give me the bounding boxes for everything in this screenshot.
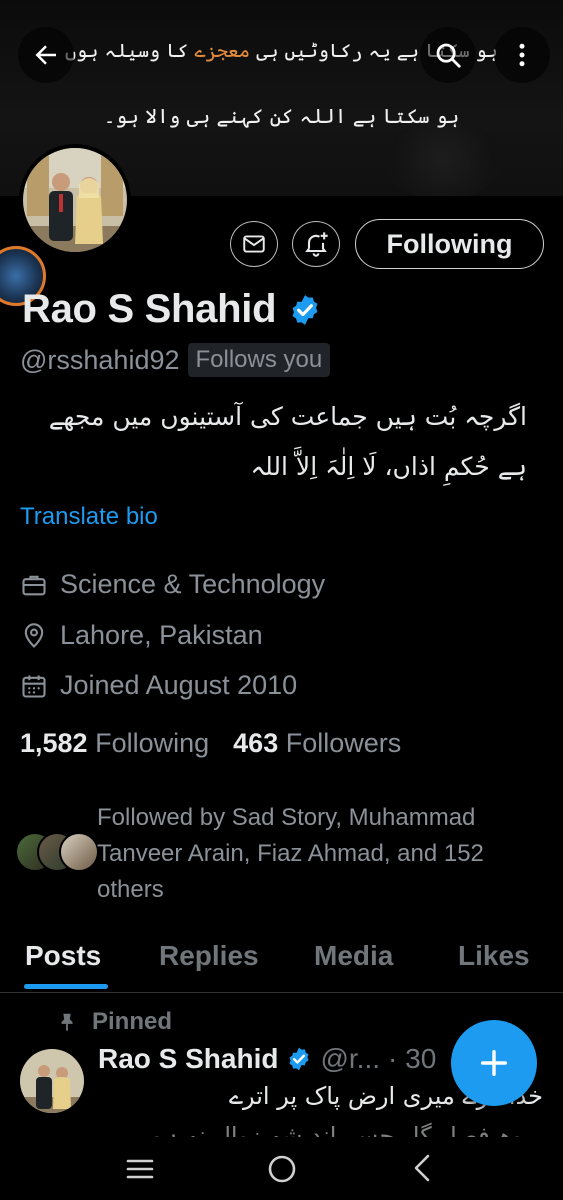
post-author-handle: @r... — [320, 1043, 381, 1074]
profile-location: Lahore, Pakistan — [20, 620, 263, 651]
followers-count: 463 — [233, 728, 279, 758]
banner-text-line-2: ہو سکتا ہے اللہ کن کہنے ہی والا ہو۔ — [103, 104, 460, 128]
tab-replies[interactable]: Replies — [159, 940, 259, 972]
verified-badge-icon — [289, 1047, 310, 1071]
bio-line-1: اگرچہ بُت ہیں جماعت کی آستینوں میں مجھے — [48, 402, 527, 431]
notifications-button[interactable] — [292, 221, 340, 267]
tab-likes[interactable]: Likes — [458, 940, 530, 972]
profile-name-row: Rao S Shahid — [22, 287, 322, 332]
pinned-label: Pinned — [92, 1008, 173, 1035]
plus-icon — [480, 1049, 508, 1077]
briefcase-icon — [22, 575, 46, 595]
avatar-photo — [20, 1049, 84, 1113]
banner-text-line-1: ہو سکتا ہے یہ رکاوٹیں ہی معجزے کا وسیلہ … — [0, 40, 563, 62]
following-button[interactable]: Following — [355, 219, 544, 269]
following-stat-link[interactable]: 1,582 Following — [20, 728, 209, 759]
more-options-button[interactable] — [494, 27, 550, 83]
back-chevron-icon[interactable] — [408, 1152, 438, 1184]
follow-stats: 1,582 Following 463 Followers — [20, 728, 401, 759]
tab-posts[interactable]: Posts — [25, 940, 101, 972]
post-header: Rao S Shahid @r... · 30 — [98, 1043, 436, 1075]
pinned-label-row: Pinned — [56, 1008, 172, 1036]
home-circle-icon[interactable] — [266, 1153, 298, 1185]
verified-badge-icon[interactable] — [288, 293, 322, 327]
banner-highlight-word: معجزے — [194, 40, 251, 62]
envelope-icon — [243, 235, 265, 253]
recents-icon[interactable] — [124, 1155, 156, 1183]
banner-text-part: کا وسیلہ ہوں — [65, 40, 189, 62]
follows-you-badge: Follows you — [187, 343, 331, 377]
followed-by-avatars[interactable] — [15, 832, 99, 872]
translate-bio-link[interactable]: Translate bio — [20, 503, 158, 531]
profile-handle: @rsshahid92 — [20, 344, 180, 375]
more-vertical-icon — [519, 43, 525, 67]
profile-category: Science & Technology — [20, 569, 325, 600]
post-author-avatar[interactable] — [20, 1049, 84, 1113]
followers-stat-link[interactable]: 463 Followers — [233, 728, 401, 759]
post-timestamp: · 30 — [388, 1043, 437, 1074]
profile-joined-date: Joined August 2010 — [20, 670, 297, 701]
calendar-icon — [22, 675, 46, 698]
following-label: Following — [95, 728, 210, 758]
handle-row: @rsshahid92 Follows you — [20, 343, 331, 377]
profile-avatar[interactable] — [19, 144, 131, 256]
profile-name: Rao S Shahid — [22, 287, 277, 331]
active-tab-indicator — [24, 984, 108, 989]
joined-text: Joined August 2010 — [60, 670, 298, 700]
tab-media[interactable]: Media — [314, 940, 393, 972]
compose-post-button[interactable] — [451, 1020, 537, 1106]
bell-plus-icon — [305, 232, 328, 257]
followed-by-text[interactable]: Followed by Sad Story, Muhammad Tanveer … — [97, 800, 537, 908]
search-icon — [436, 43, 461, 68]
avatar-photo — [23, 148, 127, 252]
back-button[interactable] — [18, 27, 74, 83]
followers-label: Followers — [285, 728, 402, 758]
category-text: Science & Technology — [60, 569, 326, 599]
bio-line-2: ہے حُکمِ اذاں، لَا اِلٰہَ اِلاَّ اللہ — [250, 452, 528, 481]
avatar — [59, 832, 99, 872]
pin-icon — [61, 1013, 73, 1032]
location-pin-icon — [24, 622, 44, 648]
message-button[interactable] — [230, 221, 278, 267]
post-author-name[interactable]: Rao S Shahid — [98, 1043, 278, 1075]
arrow-left-icon — [35, 45, 56, 65]
following-count: 1,582 — [20, 728, 88, 758]
search-button[interactable] — [420, 27, 476, 83]
banner-watermark — [383, 120, 503, 196]
location-text: Lahore, Pakistan — [60, 620, 263, 650]
system-navigation-bar — [0, 1137, 563, 1200]
